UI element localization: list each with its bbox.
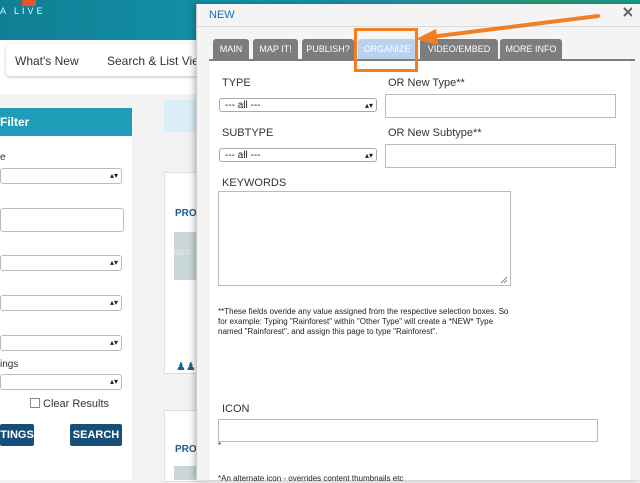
tab-main[interactable]: MAIN bbox=[213, 39, 249, 59]
card-title: PRO bbox=[175, 208, 197, 219]
override-note: **These fields overide any value assigne… bbox=[218, 307, 509, 336]
search-button[interactable]: SEARCH bbox=[70, 424, 122, 446]
select-arrow-icon: ▴▾ bbox=[109, 338, 118, 347]
select-arrow-icon: ▴▾ bbox=[109, 377, 118, 386]
checkbox-icon bbox=[30, 398, 40, 408]
keywords-textarea[interactable] bbox=[218, 191, 511, 286]
tab-publish[interactable]: PUBLISH? bbox=[302, 39, 354, 59]
nav-search-list-view[interactable]: Search & List View bbox=[107, 54, 208, 68]
filter-select[interactable]: ▴▾ bbox=[0, 255, 122, 271]
subtype-select[interactable]: --- all --- ▴▾ bbox=[219, 148, 377, 162]
highlight-box bbox=[354, 28, 418, 72]
type-label: TYPE bbox=[222, 77, 251, 89]
select-arrow-icon: ▴▾ bbox=[364, 151, 373, 160]
filter-heading: Filter bbox=[0, 108, 132, 136]
filter-select[interactable]: ▴▾ bbox=[0, 374, 122, 390]
filter-label: ings bbox=[0, 359, 19, 370]
results-header bbox=[164, 100, 200, 132]
icon-label: ICON bbox=[222, 403, 250, 415]
subtype-label: SUBTYPE bbox=[222, 127, 274, 139]
annotation-arrow-icon bbox=[416, 14, 600, 45]
icon-input[interactable] bbox=[218, 419, 598, 442]
settings-button[interactable]: TINGS bbox=[0, 424, 34, 446]
alt-icon-note: *An alternate icon - overrides content t… bbox=[218, 474, 404, 483]
close-icon[interactable] bbox=[602, 4, 632, 26]
select-arrow-icon: ▴▾ bbox=[109, 258, 118, 267]
filter-select[interactable]: ▴▾ bbox=[0, 168, 122, 184]
card-title: PRO bbox=[175, 444, 197, 455]
filter-select[interactable]: ▴▾ bbox=[0, 335, 122, 351]
new-type-input[interactable] bbox=[385, 94, 616, 118]
dialog-title: NEW bbox=[209, 9, 235, 21]
filter-select[interactable]: ▴▾ bbox=[0, 295, 122, 311]
nav-whats-new[interactable]: What's New bbox=[15, 54, 79, 68]
tab-map-it[interactable]: MAP IT! bbox=[253, 39, 298, 59]
resize-handle-icon[interactable] bbox=[500, 276, 508, 284]
logo-text: A LIVE bbox=[0, 6, 46, 16]
filter-input[interactable] bbox=[0, 208, 124, 232]
select-arrow-icon: ▴▾ bbox=[109, 171, 118, 180]
select-arrow-icon: ▴▾ bbox=[109, 298, 118, 307]
clear-results-checkbox[interactable]: Clear Results bbox=[30, 398, 109, 410]
new-type-label: OR New Type** bbox=[388, 77, 465, 89]
filter-label: e bbox=[0, 152, 6, 163]
new-subtype-label: OR New Subtype** bbox=[388, 127, 482, 139]
people-icon: ♟♟ bbox=[176, 361, 196, 373]
icon-required-mark: * bbox=[218, 441, 222, 450]
new-subtype-input[interactable] bbox=[385, 144, 616, 168]
type-select[interactable]: --- all --- ▴▾ bbox=[219, 98, 377, 112]
select-arrow-icon: ▴▾ bbox=[364, 101, 373, 110]
keywords-label: KEYWORDS bbox=[222, 177, 287, 189]
